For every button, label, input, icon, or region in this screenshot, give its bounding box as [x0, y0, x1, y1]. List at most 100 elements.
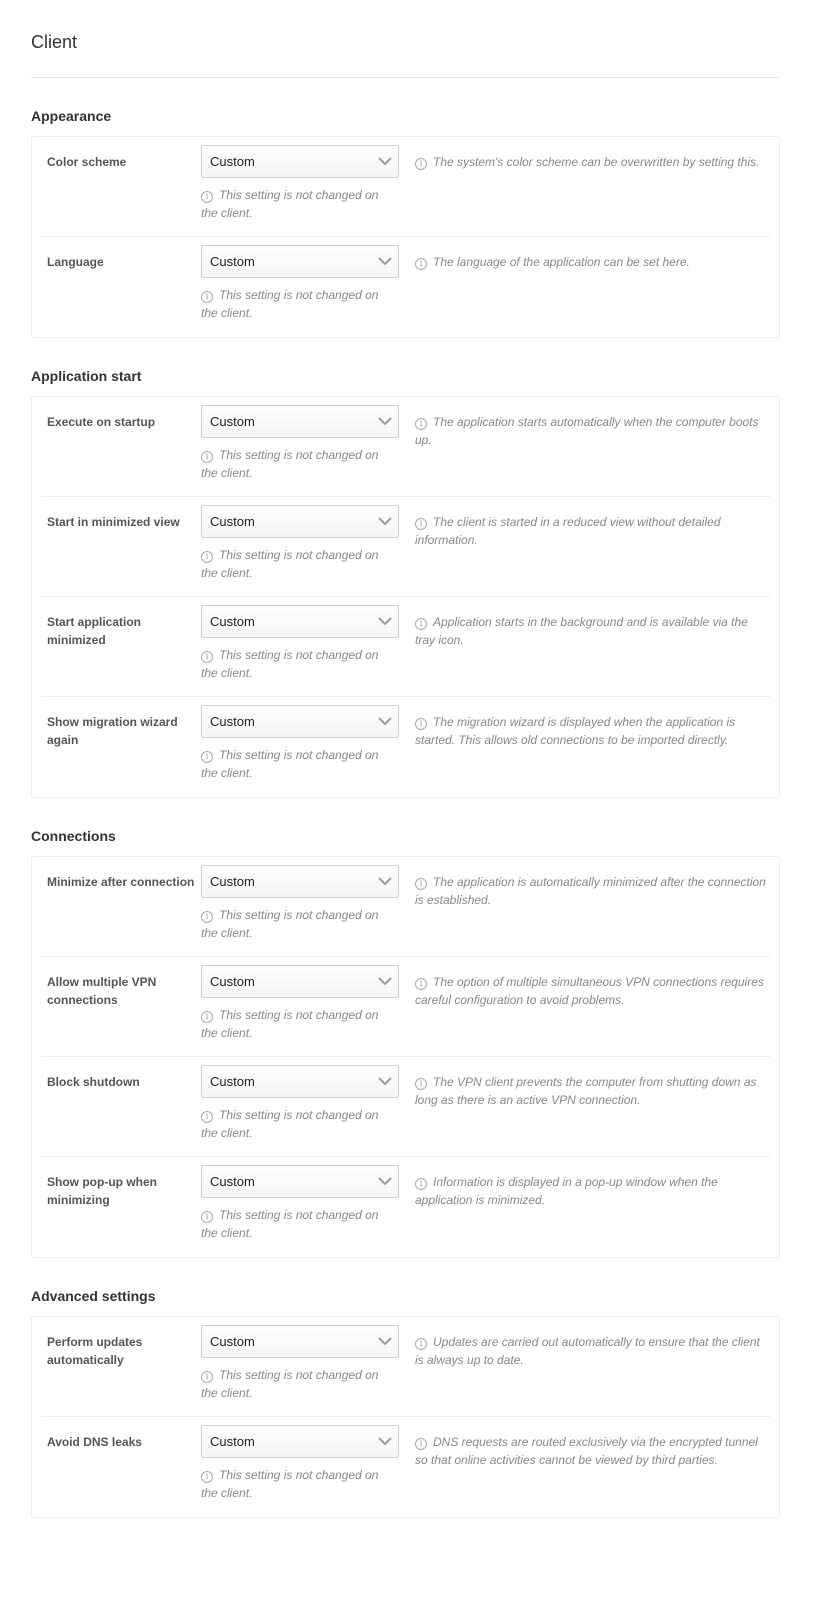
chevron-down-icon — [378, 717, 392, 726]
info-icon: i — [415, 518, 427, 530]
info-icon: i — [201, 1211, 213, 1223]
info-icon: i — [415, 258, 427, 270]
setting-description: Information is displayed in a pop-up win… — [415, 1175, 718, 1207]
info-icon: i — [201, 1471, 213, 1483]
setting-note: This setting is not changed on the clien… — [201, 748, 379, 780]
info-icon: i — [415, 618, 427, 630]
show-migration-wizard-select[interactable]: Custom — [201, 705, 399, 738]
select-value: Custom — [210, 614, 255, 629]
info-icon: i — [201, 1371, 213, 1383]
setting-description: The option of multiple simultaneous VPN … — [415, 975, 764, 1007]
setting-row-avoid-dns-leaks: Avoid DNS leaks Custom i This setting is … — [41, 1417, 770, 1517]
setting-row-color-scheme: Color scheme Custom i This setting is not… — [41, 137, 770, 237]
select-value: Custom — [210, 414, 255, 429]
setting-label: Minimize after connection — [47, 875, 195, 889]
info-icon: i — [415, 878, 427, 890]
info-icon: i — [201, 751, 213, 763]
setting-label: Color scheme — [47, 155, 127, 169]
info-icon: i — [201, 451, 213, 463]
setting-label: Start application minimized — [47, 615, 142, 647]
start-application-minimized-select[interactable]: Custom — [201, 605, 399, 638]
setting-row-perform-updates-automatically: Perform updates automatically Custom i Th… — [41, 1317, 770, 1417]
execute-on-startup-select[interactable]: Custom — [201, 405, 399, 438]
setting-description: Updates are carried out automatically to… — [415, 1335, 760, 1367]
setting-note: This setting is not changed on the clien… — [201, 548, 379, 580]
setting-note: This setting is not changed on the clien… — [201, 188, 379, 220]
setting-label: Show pop-up when minimizing — [47, 1175, 157, 1207]
setting-row-block-shutdown: Block shutdown Custom i This setting is n… — [41, 1057, 770, 1157]
info-icon: i — [415, 1078, 427, 1090]
select-value: Custom — [210, 874, 255, 889]
chevron-down-icon — [378, 1177, 392, 1186]
select-value: Custom — [210, 1174, 255, 1189]
setting-row-execute-on-startup: Execute on startup Custom i This setting … — [41, 397, 770, 497]
chevron-down-icon — [378, 157, 392, 166]
select-value: Custom — [210, 154, 255, 169]
info-icon: i — [201, 651, 213, 663]
setting-description: DNS requests are routed exclusively via … — [415, 1435, 758, 1467]
chevron-down-icon — [378, 517, 392, 526]
info-icon: i — [415, 158, 427, 170]
chevron-down-icon — [378, 617, 392, 626]
select-value: Custom — [210, 714, 255, 729]
chevron-down-icon — [378, 1437, 392, 1446]
settings-page: Client Appearance Color scheme Custom iT… — [0, 0, 811, 1518]
setting-row-allow-multiple-vpn-connections: Allow multiple VPN connections Custom iT… — [41, 957, 770, 1057]
info-icon: i — [415, 1338, 427, 1350]
setting-row-show-migration-wizard-again: Show migration wizard again Custom i This… — [41, 697, 770, 797]
block-shutdown-select[interactable]: Custom — [201, 1065, 399, 1098]
minimize-after-connection-select[interactable]: Custom — [201, 865, 399, 898]
info-icon: i — [201, 551, 213, 563]
setting-description: The application starts automatically whe… — [415, 415, 759, 447]
select-value: Custom — [210, 1074, 255, 1089]
language-select[interactable]: Custom — [201, 245, 399, 278]
info-icon: i — [415, 978, 427, 990]
perform-updates-select[interactable]: Custom — [201, 1325, 399, 1358]
info-icon: i — [201, 1011, 213, 1023]
setting-description: The migration wizard is displayed when t… — [415, 715, 736, 747]
setting-note: This setting is not changed on the clien… — [201, 448, 379, 480]
setting-label: Perform updates automatically — [47, 1335, 143, 1367]
info-icon: i — [415, 718, 427, 730]
allow-multiple-vpn-select[interactable]: Custom — [201, 965, 399, 998]
info-icon: i — [201, 911, 213, 923]
select-value: Custom — [210, 514, 255, 529]
setting-description: The client is started in a reduced view … — [415, 515, 721, 547]
chevron-down-icon — [378, 1077, 392, 1086]
setting-label: Start in minimized view — [47, 515, 180, 529]
start-in-minimized-view-select[interactable]: Custom — [201, 505, 399, 538]
setting-note: This setting is not changed on the clien… — [201, 648, 379, 680]
chevron-down-icon — [378, 977, 392, 986]
setting-row-start-in-minimized-view: Start in minimized view Custom i This set… — [41, 497, 770, 597]
section-title-appearance: Appearance — [31, 108, 112, 124]
setting-row-minimize-after-connection: Minimize after connection Custom i This s… — [41, 857, 770, 957]
settings-panel-advanced: Perform updates automatically Custom i Th… — [31, 1316, 780, 1518]
info-icon: i — [415, 418, 427, 430]
setting-label: Language — [47, 255, 104, 269]
page-title: Client — [31, 0, 780, 78]
chevron-down-icon — [378, 417, 392, 426]
select-value: Custom — [210, 974, 255, 989]
chevron-down-icon — [378, 257, 392, 266]
setting-description: The application is automatically minimiz… — [415, 875, 766, 907]
setting-note: This setting is not changed on the clien… — [201, 908, 379, 940]
setting-note: This setting is not changed on the clien… — [201, 1108, 379, 1140]
select-value: Custom — [210, 1334, 255, 1349]
show-popup-select[interactable]: Custom — [201, 1165, 399, 1198]
setting-description: Application starts in the background and… — [415, 615, 748, 647]
section-title-connections: Connections — [31, 828, 116, 844]
select-value: Custom — [210, 1434, 255, 1449]
setting-note: This setting is not changed on the clien… — [201, 1208, 379, 1240]
color-scheme-select[interactable]: Custom — [201, 145, 399, 178]
setting-note: This setting is not changed on the clien… — [201, 1368, 379, 1400]
setting-label: Avoid DNS leaks — [47, 1435, 142, 1449]
setting-label: Allow multiple VPN connections — [47, 975, 157, 1007]
info-icon: i — [201, 291, 213, 303]
settings-panel-connections: Minimize after connection Custom i This s… — [31, 856, 780, 1258]
avoid-dns-leaks-select[interactable]: Custom — [201, 1425, 399, 1458]
section-title-advanced-settings: Advanced settings — [31, 1288, 156, 1304]
setting-label: Execute on startup — [47, 415, 156, 429]
settings-panel-application-start: Execute on startup Custom i This setting … — [31, 396, 780, 798]
setting-note: This setting is not changed on the clien… — [201, 288, 379, 320]
setting-row-show-popup-when-minimizing: Show pop-up when minimizing Custom i This… — [41, 1157, 770, 1257]
